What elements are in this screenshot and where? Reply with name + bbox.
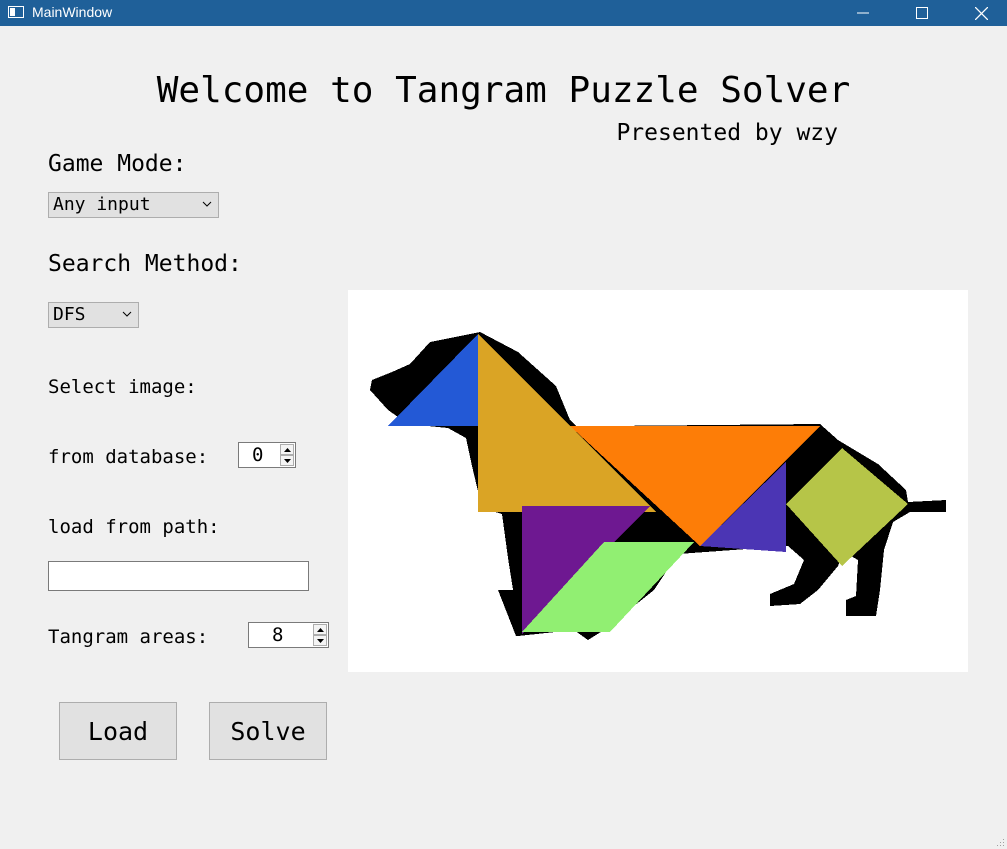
spin-down-button[interactable] (280, 455, 294, 466)
close-button[interactable] (958, 0, 1004, 26)
spin-up-button[interactable] (313, 624, 327, 635)
select-image-label: Select image: (48, 376, 197, 398)
resize-grip-icon[interactable] (997, 839, 1005, 847)
spin-up-button[interactable] (280, 444, 294, 455)
page-subtitle: Presented by wzy (616, 120, 838, 146)
chevron-down-icon (122, 311, 132, 317)
app-window-icon (8, 6, 24, 18)
search-method-select[interactable]: DFS (48, 302, 139, 328)
tangram-solution-image (370, 332, 946, 640)
maximize-button[interactable] (899, 0, 945, 26)
search-method-value: DFS (53, 304, 86, 325)
large-triangle-yellow (478, 334, 656, 512)
load-from-path-label: load from path: (48, 516, 220, 538)
database-index-value: 0 (252, 444, 264, 466)
game-mode-label: Game Mode: (48, 151, 187, 177)
minimize-icon (857, 12, 869, 14)
tangram-canvas (348, 290, 968, 672)
caret-down-icon (283, 458, 291, 463)
title-bar: MainWindow (0, 0, 1007, 26)
caret-up-icon (316, 627, 324, 632)
spin-down-button[interactable] (313, 635, 327, 646)
tangram-areas-spinbox[interactable]: 8 (248, 622, 329, 648)
tangram-areas-label: Tangram areas: (48, 626, 209, 648)
close-icon (974, 6, 988, 20)
caret-up-icon (283, 447, 291, 452)
window-title: MainWindow (32, 4, 113, 20)
page-title: Welcome to Tangram Puzzle Solver (156, 70, 851, 111)
search-method-label: Search Method: (48, 251, 242, 277)
minimize-button[interactable] (840, 0, 886, 26)
database-index-spinbox[interactable]: 0 (238, 442, 296, 468)
game-mode-select[interactable]: Any input (48, 192, 219, 218)
load-button[interactable]: Load (59, 702, 177, 760)
tangram-areas-value: 8 (272, 624, 284, 646)
path-input[interactable] (48, 561, 309, 591)
solve-button[interactable]: Solve (209, 702, 327, 760)
from-database-label: from database: (48, 446, 209, 468)
caret-down-icon (316, 638, 324, 643)
maximize-icon (916, 7, 928, 19)
game-mode-value: Any input (53, 194, 151, 215)
chevron-down-icon (202, 201, 212, 207)
